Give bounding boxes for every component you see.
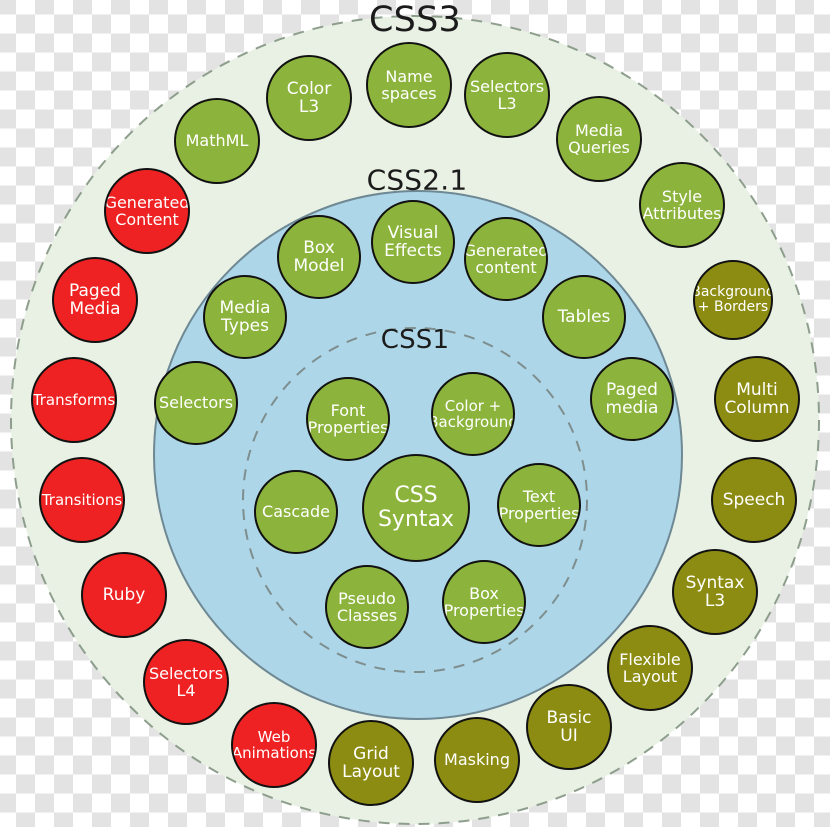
node-speech[interactable]: Speech bbox=[711, 457, 797, 543]
node-label: Media Queries bbox=[568, 120, 630, 157]
node-label: Syntax L3 bbox=[685, 572, 745, 611]
node-masking[interactable]: Masking bbox=[434, 717, 520, 803]
node-font-properties[interactable]: Font Properties bbox=[306, 377, 390, 461]
node-label: MathML bbox=[185, 131, 249, 151]
node-color-background[interactable]: Color + Background bbox=[431, 372, 515, 456]
node-mathml[interactable]: MathML bbox=[174, 98, 260, 184]
node-label: Transitions bbox=[41, 490, 123, 509]
node-label: Speech bbox=[722, 489, 786, 510]
node-grid-layout[interactable]: Grid Layout bbox=[328, 720, 414, 806]
node-label: Box Properties bbox=[443, 583, 525, 620]
node-paged-media[interactable]: Paged Media bbox=[52, 257, 138, 343]
node-label: Grid Layout bbox=[342, 743, 400, 782]
node-label: Text Properties bbox=[498, 486, 580, 523]
node-label: Transforms bbox=[32, 390, 116, 409]
node-label: CSS Syntax bbox=[377, 483, 455, 532]
node-label: Font Properties bbox=[307, 400, 389, 437]
node-label: Selectors L4 bbox=[148, 663, 224, 700]
node-label: Tables bbox=[557, 306, 611, 327]
node-visual-effects[interactable]: Visual Effects bbox=[371, 200, 455, 284]
node-label: Box Model bbox=[293, 237, 345, 276]
node-label: Web Animations bbox=[231, 727, 317, 762]
node-label: Media Types bbox=[219, 297, 271, 336]
node-box-model[interactable]: Box Model bbox=[277, 215, 361, 299]
node-selectors-l4[interactable]: Selectors L4 bbox=[143, 639, 229, 725]
node-label: Background + Borders bbox=[693, 283, 773, 315]
node-label: Visual Effects bbox=[384, 222, 442, 261]
node-label: Pseudo Classes bbox=[336, 588, 398, 625]
node-media-types[interactable]: Media Types bbox=[203, 275, 287, 359]
node-paged-media[interactable]: Paged media bbox=[590, 357, 674, 441]
node-selectors[interactable]: Selectors bbox=[154, 361, 238, 445]
node-label: Color + Background bbox=[431, 396, 515, 431]
node-label: Ruby bbox=[102, 584, 146, 605]
node-label: Paged Media bbox=[69, 280, 121, 319]
node-selectors-l3[interactable]: Selectors L3 bbox=[464, 52, 550, 138]
node-label: Masking bbox=[444, 750, 510, 770]
node-generated-content[interactable]: Generated content bbox=[464, 217, 548, 301]
node-label: Flexible Layout bbox=[619, 649, 681, 686]
node-label: Name spaces bbox=[381, 66, 437, 103]
node-tables[interactable]: Tables bbox=[542, 275, 626, 359]
node-label: Selectors L3 bbox=[469, 76, 545, 113]
node-style-attributes[interactable]: Style Attributes bbox=[639, 162, 725, 248]
node-web-animations[interactable]: Web Animations bbox=[231, 702, 317, 788]
node-label: Style Attributes bbox=[642, 186, 722, 223]
node-generated-content[interactable]: Generated Content bbox=[104, 168, 190, 254]
node-transforms[interactable]: Transforms bbox=[31, 357, 117, 443]
node-cascade[interactable]: Cascade bbox=[254, 470, 338, 554]
node-media-queries[interactable]: Media Queries bbox=[556, 96, 642, 182]
diagram-canvas: CSS3 CSS2.1 CSS1 MathML Color L3 Name spaces Se… bbox=[0, 0, 830, 827]
node-basic-ui[interactable]: Basic UI bbox=[526, 684, 612, 770]
node-label: Color L3 bbox=[286, 78, 332, 117]
node-color-l3[interactable]: Color L3 bbox=[266, 55, 352, 141]
node-name-spaces[interactable]: Name spaces bbox=[366, 42, 452, 128]
node-label: Selectors bbox=[158, 393, 234, 413]
node-box-properties[interactable]: Box Properties bbox=[442, 560, 526, 644]
node-label: Multi Column bbox=[724, 379, 790, 418]
node-transitions[interactable]: Transitions bbox=[39, 457, 125, 543]
node-label: Generated content bbox=[464, 240, 548, 277]
node-pseudo-classes[interactable]: Pseudo Classes bbox=[325, 565, 409, 649]
node-label: Cascade bbox=[262, 502, 330, 522]
node-ruby[interactable]: Ruby bbox=[81, 552, 167, 638]
node-label: Paged media bbox=[605, 379, 659, 418]
node-background-borders[interactable]: Background + Borders bbox=[693, 260, 773, 340]
node-flexible-layout[interactable]: Flexible Layout bbox=[607, 625, 693, 711]
node-text-properties[interactable]: Text Properties bbox=[497, 463, 581, 547]
node-multi-column[interactable]: Multi Column bbox=[714, 356, 800, 442]
node-css-syntax[interactable]: CSS Syntax bbox=[362, 454, 470, 562]
node-syntax-l3[interactable]: Syntax L3 bbox=[672, 549, 758, 635]
node-label: Basic UI bbox=[546, 707, 592, 746]
node-label: Generated Content bbox=[104, 192, 190, 229]
